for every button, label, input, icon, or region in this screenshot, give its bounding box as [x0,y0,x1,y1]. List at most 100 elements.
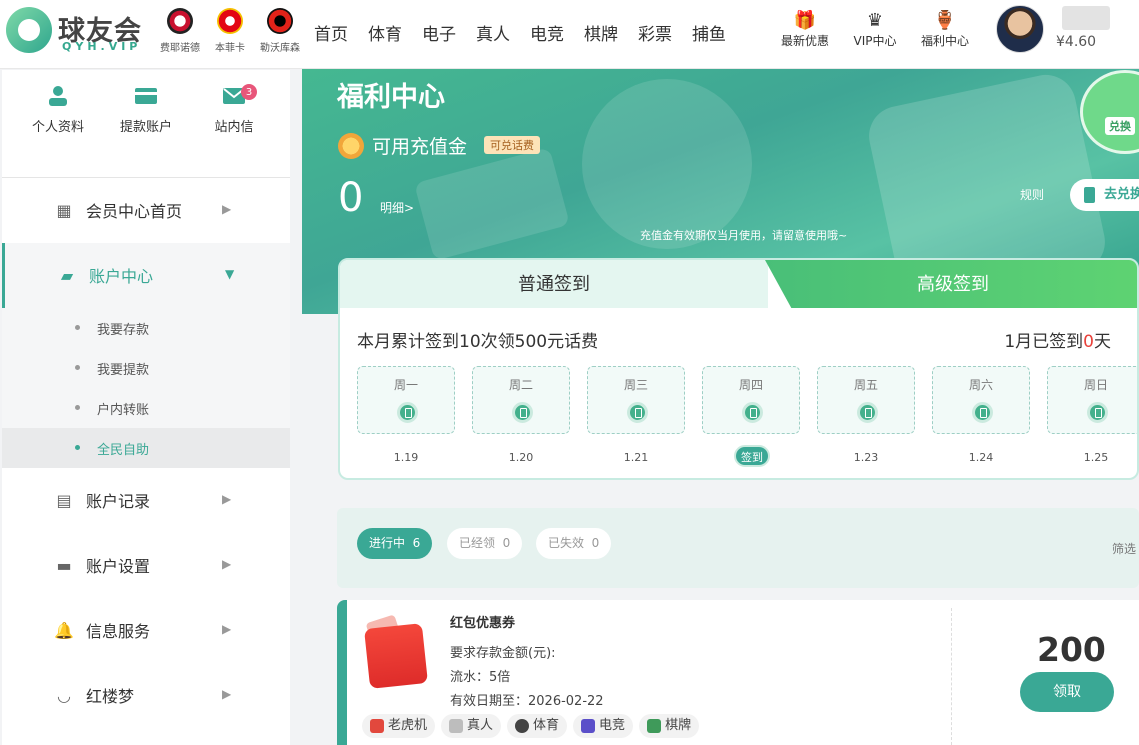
submenu-withdraw[interactable]: 我要提款 [2,348,290,388]
top-header: 球友会 QYH.VIP 费耶诺德 本菲卡 勒沃库森 首页 体育 电子 真人 电竞… [0,0,1139,69]
chevron-right-icon: ▶ [222,492,232,506]
vip-center-link[interactable]: ♛ VIP中心 [840,10,910,49]
coupon-name: 红包优惠券 [450,616,516,631]
validity-note: 充值金有效期仅当月使用，请留意使用哦~ [640,229,848,242]
week-days: 周一 1.19 周二 1.20 周三 1.21 周四 签到 周五 1.23 周六 1.24 … [357,366,1137,467]
menu-account-settings[interactable]: ▬ 账户设置 ▶ [2,533,290,598]
exchange-tag: 可兑话费 [484,136,540,154]
filter-expired[interactable]: 已失效 0 [536,528,612,559]
day-fri: 周五 1.23 [817,366,915,464]
profile-link[interactable]: 个人资料 [23,86,93,177]
dice-icon [449,719,464,733]
sign-reward-title: 本月累计签到10次领500元话费 [357,332,599,352]
header-shortcuts: 🎁 最新优惠 ♛ VIP中心 🏺 福利中心 [770,10,980,49]
exchange-bubble[interactable]: 兑换 [1080,70,1139,154]
submenu-deposit[interactable]: 我要存款 [2,308,290,348]
menu-account-center[interactable]: ▰ 账户中心 ▼ [2,243,290,308]
menu-red-chamber[interactable]: ◡ 红楼梦 ▶ [2,663,290,728]
welfare-center-link[interactable]: 🏺 福利中心 [910,10,980,49]
nav-cards[interactable]: 棋牌 [584,20,618,45]
tab-normal-sign[interactable]: 普通签到 [340,260,768,308]
filter-claimed[interactable]: 已经领 0 [447,528,523,559]
submenu-self-service[interactable]: 全民自助 [2,428,290,468]
filter-dropdown[interactable]: 筛选 [1112,540,1136,557]
list-icon: ▤ [56,491,72,510]
gift-icon: 🎁 [793,10,817,31]
feyenoord-badge-icon [167,8,193,34]
coupon-turnover: 流水：5倍 [450,670,511,685]
chevron-down-icon: ▼ [225,267,235,281]
menu-info-service[interactable]: 🔔 信息服务 ▶ [2,598,290,663]
day-sat: 周六 1.24 [932,366,1030,464]
leverkusen-badge-icon [267,8,293,34]
logo-subtitle: QYH.VIP [62,40,142,53]
chevron-right-icon: ▶ [222,622,232,636]
nav-home[interactable]: 首页 [314,20,348,45]
username-masked [1062,6,1110,30]
logo-mark-icon [6,7,52,53]
coin-icon [338,133,364,159]
crown-icon: ♛ [866,10,884,31]
bell-icon: 🔔 [54,621,74,640]
nav-live[interactable]: 真人 [476,20,510,45]
sign-in-panel: 普通签到 高级签到 本月累计签到10次领500元话费 1月已签到0天 周一 1.1… [338,258,1139,480]
slot-icon [370,719,384,733]
folder-icon: ▬ [56,556,72,575]
withdraw-account-link[interactable]: 提款账户 [111,86,181,177]
chevron-right-icon: ▶ [222,202,232,216]
team-leverkusen: 勒沃库森 [258,8,302,58]
page-title: 福利中心 [337,82,445,113]
menu-member-home[interactable]: ▦ 会员中心首页 ▶ [2,178,290,243]
claim-button[interactable]: 领取 [1020,672,1114,712]
game-tag-cards: 棋牌 [639,714,700,738]
phone-reward-icon [857,402,878,423]
decor-circle [582,79,752,249]
chevron-right-icon: ▶ [222,557,232,571]
day-wed: 周三 1.21 [587,366,685,464]
inbox-link[interactable]: 3 站内信 [199,84,269,177]
quick-links: 个人资料 提款账户 3 站内信 [2,70,290,178]
jar-icon: 🏺 [933,10,957,31]
nav-lottery[interactable]: 彩票 [638,20,672,45]
sidebar: 个人资料 提款账户 3 站内信 ▦ 会员中心首页 ▶ ▰ 账户中心 ▼ 我要存款… [2,70,290,745]
sign-count: 1月已签到0天 [1004,332,1111,352]
nav-slots[interactable]: 电子 [422,20,456,45]
go-exchange-button[interactable]: 去兑换 [1070,179,1139,211]
wallet-balance: ¥4.60 [1056,34,1097,50]
phone-reward-icon [742,402,763,423]
site-logo[interactable]: 球友会 QYH.VIP [6,7,150,57]
decor-card [414,147,570,261]
card-icon [135,86,157,106]
sign-in-button[interactable]: 签到 [734,445,770,467]
lips-icon: ◡ [57,686,71,705]
unread-badge: 3 [241,84,257,100]
balance-label: 可用充值金 [372,136,468,158]
main-nav: 首页 体育 电子 真人 电竞 棋牌 彩票 捕鱼 [304,20,736,45]
user-icon [47,86,69,106]
team-benfica: 本菲卡 [208,8,252,58]
gamepad-icon [581,719,596,733]
day-sun: 周日 1.25 [1047,366,1137,464]
menu-account-records[interactable]: ▤ 账户记录 ▶ [2,468,290,533]
phone-reward-icon [627,402,648,423]
submenu-transfer[interactable]: 户内转账 [2,388,290,428]
coupon-expire: 有效日期至：2026-02-22 [450,694,604,709]
day-thu: 周四 签到 [702,366,800,467]
nav-esports[interactable]: 电竞 [530,20,564,45]
detail-link[interactable]: 明细> [380,199,414,216]
red-envelope-icon [361,608,433,694]
team-feyenoord: 费耶诺德 [158,8,202,58]
promotions-link[interactable]: 🎁 最新优惠 [770,10,840,49]
phone-reward-icon [972,402,993,423]
rules-link[interactable]: 规则 [1020,186,1044,203]
avatar[interactable] [996,5,1044,53]
filter-in-progress[interactable]: 进行中 6 [357,528,433,559]
nav-fishing[interactable]: 捕鱼 [692,20,726,45]
tab-premium-sign[interactable]: 高级签到 [765,260,1137,308]
dashboard-icon: ▦ [56,201,72,220]
day-tue: 周二 1.20 [472,366,570,464]
nav-sports[interactable]: 体育 [368,20,402,45]
day-mon: 周一 1.19 [357,366,455,464]
coupon-filter-bar: 进行中 6 已经领 0 已失效 0 筛选 [337,508,1139,588]
sponsor-teams: 费耶诺德 本菲卡 勒沃库森 [158,8,302,58]
